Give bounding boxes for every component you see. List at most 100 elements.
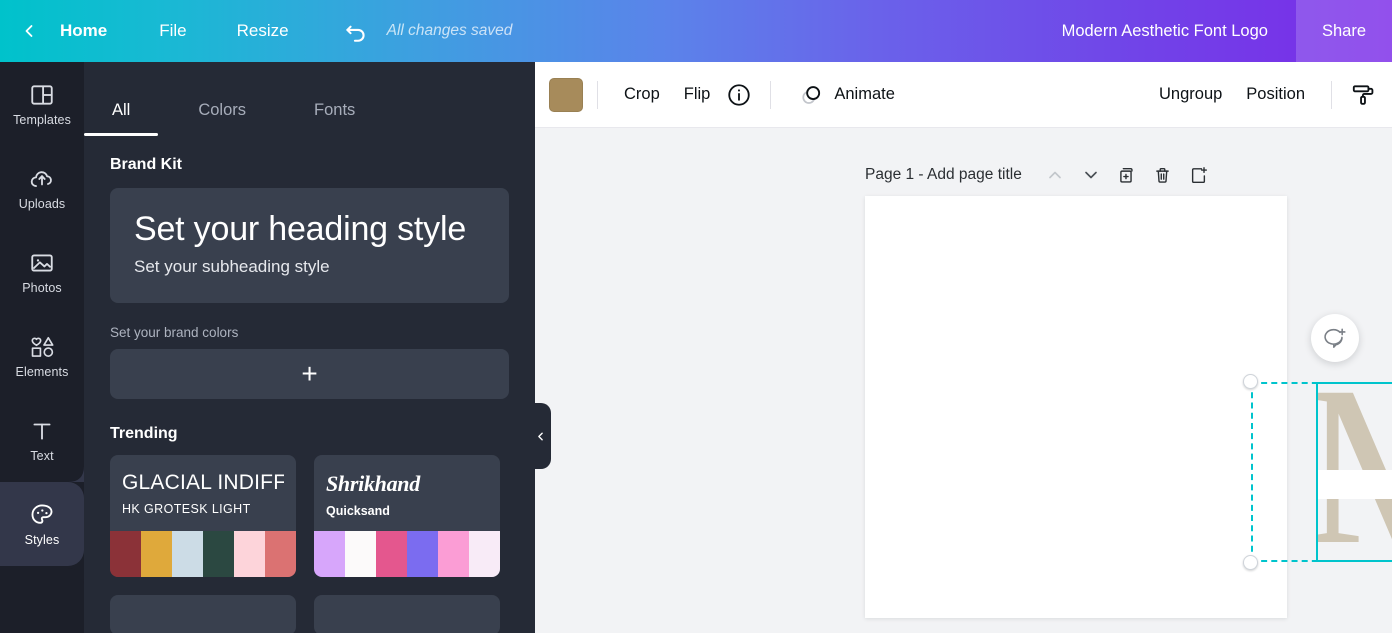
styles-panel: All Colors Fonts Brand Kit Set your head…: [84, 62, 535, 633]
position-button[interactable]: Position: [1234, 77, 1317, 112]
move-page-up-button[interactable]: [1038, 158, 1072, 192]
brand-colors-label: Set your brand colors: [110, 325, 239, 341]
add-comment-button[interactable]: [1311, 314, 1359, 362]
style-card-swatches: [110, 531, 296, 578]
swatch: [314, 531, 345, 578]
style-card-partial[interactable]: [110, 595, 296, 633]
swatch: [172, 531, 203, 578]
style-card-glacial[interactable]: GLACIAL INDIFF HK GROTESK LIGHT: [110, 455, 296, 578]
page-title[interactable]: Page 1 - Add page title: [865, 166, 1022, 184]
flip-button[interactable]: Flip: [672, 77, 723, 112]
duplicate-page-icon: [1120, 167, 1133, 183]
swatch: [141, 531, 172, 578]
resize-button[interactable]: Resize: [223, 0, 303, 62]
home-button[interactable]: Home: [46, 0, 121, 62]
sidebar-label-elements: Elements: [15, 365, 69, 379]
toolbar-right-group: Ungroup Position: [1147, 77, 1392, 112]
upload-cloud-icon: [30, 170, 52, 187]
color-swatch-button[interactable]: [549, 77, 583, 112]
text-icon: [33, 423, 51, 440]
tab-all[interactable]: All: [84, 101, 160, 136]
trending-title: Trending: [110, 425, 178, 443]
paint-roller-button[interactable]: [1346, 78, 1380, 112]
ungroup-button[interactable]: Ungroup: [1147, 77, 1234, 112]
collapse-panel-button[interactable]: [529, 403, 551, 469]
duplicate-page-button[interactable]: [1110, 158, 1144, 192]
logo-artwork[interactable]: M: [1318, 384, 1392, 560]
header-right-group: Modern Aesthetic Font Logo Share: [1062, 0, 1392, 62]
tab-fonts[interactable]: Fonts: [314, 101, 355, 136]
toolbar-divider: [597, 80, 598, 109]
chevron-left-icon: [25, 25, 33, 37]
palette-icon: [31, 504, 53, 524]
swatch: [469, 531, 500, 578]
style-card-swatches: [314, 531, 500, 578]
chevron-down-icon: [1085, 171, 1097, 179]
tab-colors[interactable]: Colors: [198, 101, 246, 136]
chevron-up-icon: [1049, 171, 1061, 179]
file-menu[interactable]: File: [145, 0, 200, 62]
swatch: [203, 531, 234, 578]
swatch: [376, 531, 407, 578]
sidebar-item-elements[interactable]: Elements: [0, 314, 84, 398]
swatch: [110, 531, 141, 578]
sidebar-item-text[interactable]: Text: [0, 398, 84, 482]
info-button[interactable]: [722, 78, 756, 112]
canvas-area[interactable]: Page 1 - Add page title: [535, 128, 1392, 633]
sidebar-item-styles[interactable]: Styles: [0, 482, 84, 566]
add-page-icon: [1192, 166, 1208, 183]
animate-button[interactable]: Animate: [785, 73, 907, 117]
add-page-button[interactable]: [1182, 158, 1216, 192]
style-card-text: GLACIAL INDIFF HK GROTESK LIGHT: [110, 455, 296, 531]
resize-handle-bottom-left[interactable]: [1243, 555, 1258, 570]
canva-editor: Home File Resize All changes saved Moder…: [0, 0, 1392, 633]
toolbar-divider: [770, 80, 772, 109]
style-card-partial[interactable]: [314, 595, 500, 633]
toolbar-divider: [1331, 80, 1332, 109]
brand-kit-title: Brand Kit: [110, 156, 182, 173]
sidebar-item-photos[interactable]: Photos: [0, 230, 84, 314]
undo-button[interactable]: [341, 16, 371, 46]
add-comment-icon: [1323, 328, 1346, 348]
back-button[interactable]: [16, 18, 42, 44]
share-button[interactable]: Share: [1295, 0, 1392, 62]
info-circle-icon: [728, 83, 751, 106]
add-brand-color-button[interactable]: +: [110, 349, 509, 400]
sidebar-label-templates: Templates: [13, 112, 71, 127]
resize-handle-top-left[interactable]: [1243, 374, 1258, 389]
design-title[interactable]: Modern Aesthetic Font Logo: [1062, 22, 1296, 41]
panel-body: Brand Kit Set your heading style Set you…: [84, 156, 535, 633]
move-page-down-button[interactable]: [1074, 158, 1108, 192]
swatch: [345, 531, 376, 578]
selected-element-group[interactable]: M: [1243, 374, 1392, 570]
sidebar-label-photos: Photos: [22, 280, 62, 295]
sidebar-label-styles: Styles: [24, 532, 60, 547]
paint-roller-icon: [1352, 84, 1374, 105]
brand-subheading-text: Set your subheading style: [134, 257, 330, 277]
photo-icon: [31, 253, 53, 272]
plus-icon: +: [301, 358, 318, 390]
style-card-font-sub: HK GROTESK LIGHT: [122, 502, 251, 517]
page-toolbar: Page 1 - Add page title: [865, 158, 1216, 192]
trending-card-grid-next-row: [110, 595, 509, 633]
style-card-shrikhand[interactable]: Shrikhand Quicksand: [314, 455, 500, 578]
sidebar-item-more-partial[interactable]: [0, 568, 84, 608]
top-header: Home File Resize All changes saved Moder…: [0, 0, 1392, 62]
save-status: All changes saved: [386, 22, 513, 39]
brand-kit-card[interactable]: Set your heading style Set your subheadi…: [110, 188, 509, 304]
sidebar-item-uploads[interactable]: Uploads: [0, 146, 84, 230]
panel-tabs: All Colors Fonts: [84, 62, 535, 136]
trash-icon: [1156, 167, 1170, 183]
brand-heading-text: Set your heading style: [134, 210, 467, 248]
design-page[interactable]: M: [865, 196, 1392, 618]
sidebar-item-templates[interactable]: Templates: [0, 62, 84, 146]
monogram-split-band: [1318, 470, 1392, 500]
sidebar-label-uploads: Uploads: [18, 196, 66, 211]
swatch: [265, 531, 296, 578]
undo-icon: [345, 25, 365, 42]
swatch: [234, 531, 265, 578]
animate-icon: [802, 85, 821, 104]
elements-icon: [30, 336, 54, 357]
crop-button[interactable]: Crop: [612, 77, 672, 112]
delete-page-button[interactable]: [1146, 158, 1180, 192]
